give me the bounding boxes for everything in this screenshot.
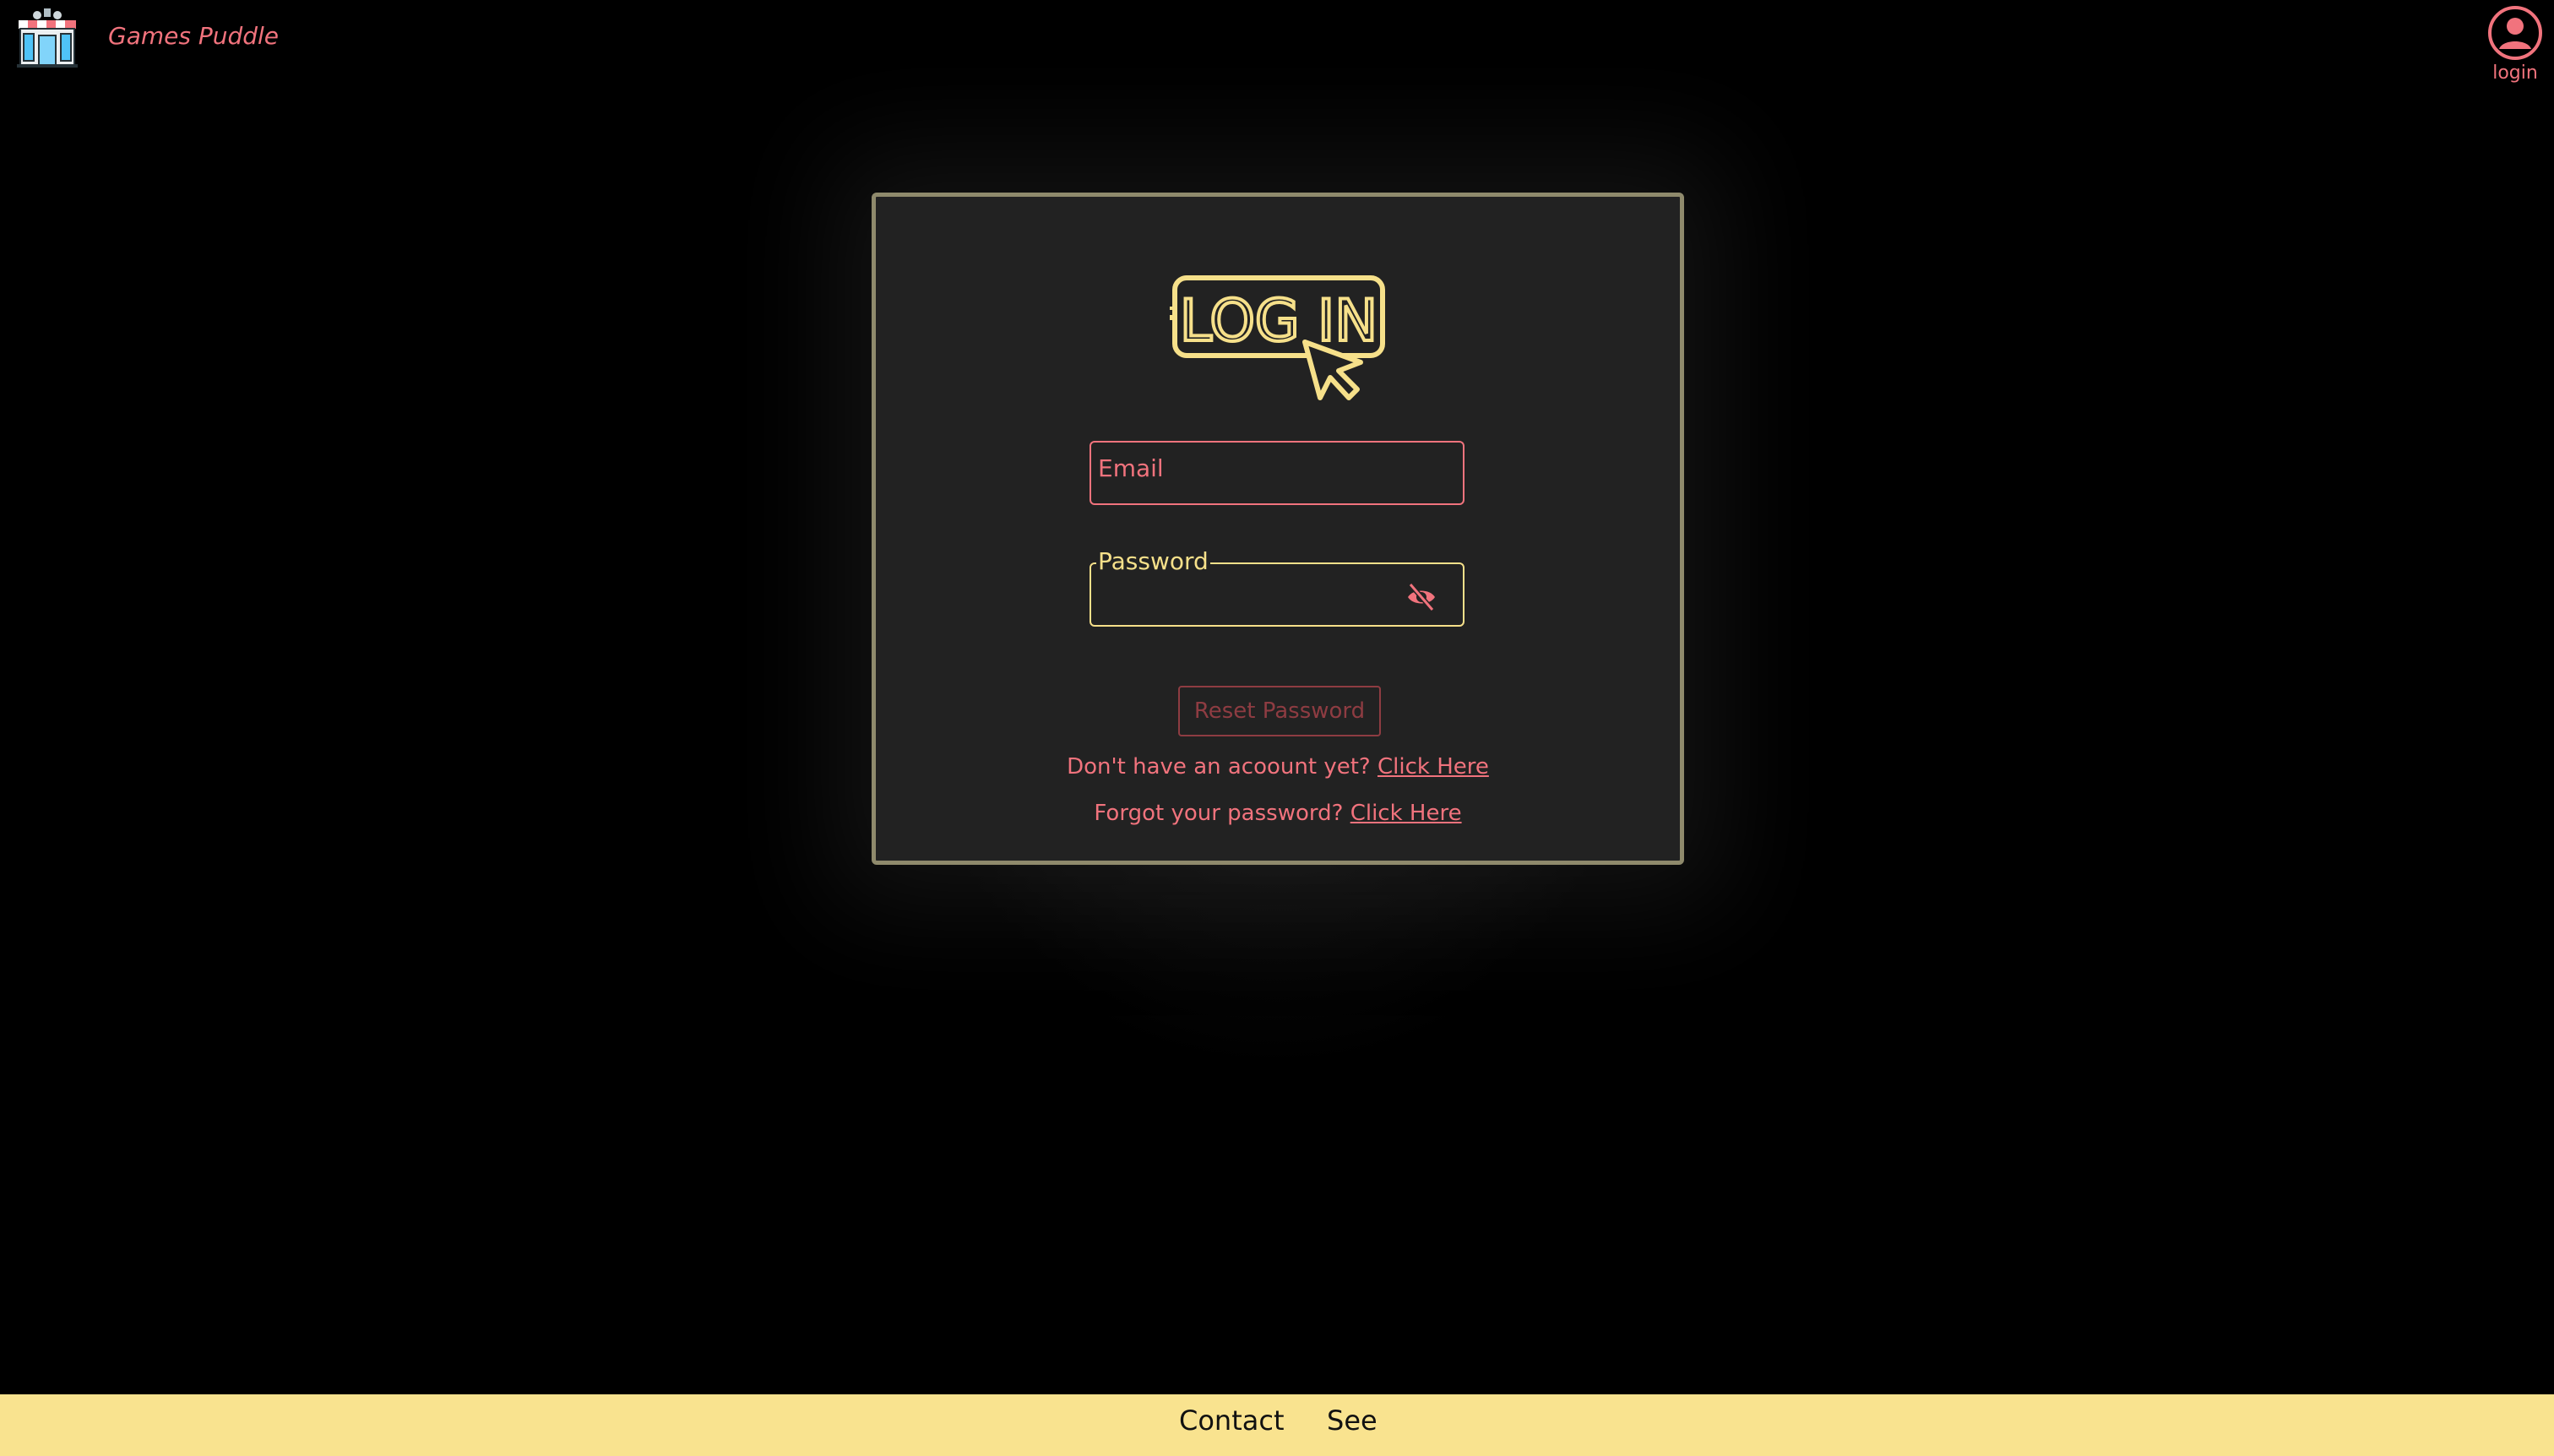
email-placeholder: Email [1098, 454, 1164, 482]
signup-line: Don't have an acoount yet? Click Here [876, 754, 1680, 780]
forgot-password-link[interactable]: Click Here [1350, 801, 1462, 826]
user-circle-icon[interactable] [2487, 5, 2543, 61]
signup-prompt: Don't have an acoount yet? [1067, 754, 1371, 780]
login-page: Games Puddle login LOG IN Email Password [0, 0, 2554, 1456]
forgot-prompt: Forgot your password? [1094, 801, 1344, 826]
header: Games Puddle login [0, 0, 2554, 84]
login-button[interactable]: login [2483, 5, 2547, 84]
signup-link[interactable]: Click Here [1378, 754, 1489, 780]
login-card: LOG IN Email Password Reset Password Don… [872, 193, 1684, 865]
reset-password-button[interactable]: Reset Password [1178, 686, 1381, 736]
password-label: Password [1096, 547, 1210, 575]
password-field[interactable]: Password [1090, 547, 1464, 627]
forgot-line: Forgot your password? Click Here [876, 801, 1680, 826]
footer-contact-link[interactable]: Contact [1179, 1404, 1285, 1437]
site-name[interactable]: Games Puddle [108, 22, 279, 50]
storefront-logo-icon[interactable] [14, 5, 81, 69]
login-cursor-logo: LOG IN [1170, 275, 1385, 400]
email-field[interactable]: Email [1090, 441, 1464, 505]
footer: Contact See [0, 1394, 2554, 1456]
footer-see-link[interactable]: See [1327, 1404, 1378, 1437]
login-label[interactable]: login [2483, 62, 2547, 84]
eye-slash-icon[interactable] [1405, 581, 1437, 613]
logo-text: LOG IN [1180, 288, 1378, 355]
